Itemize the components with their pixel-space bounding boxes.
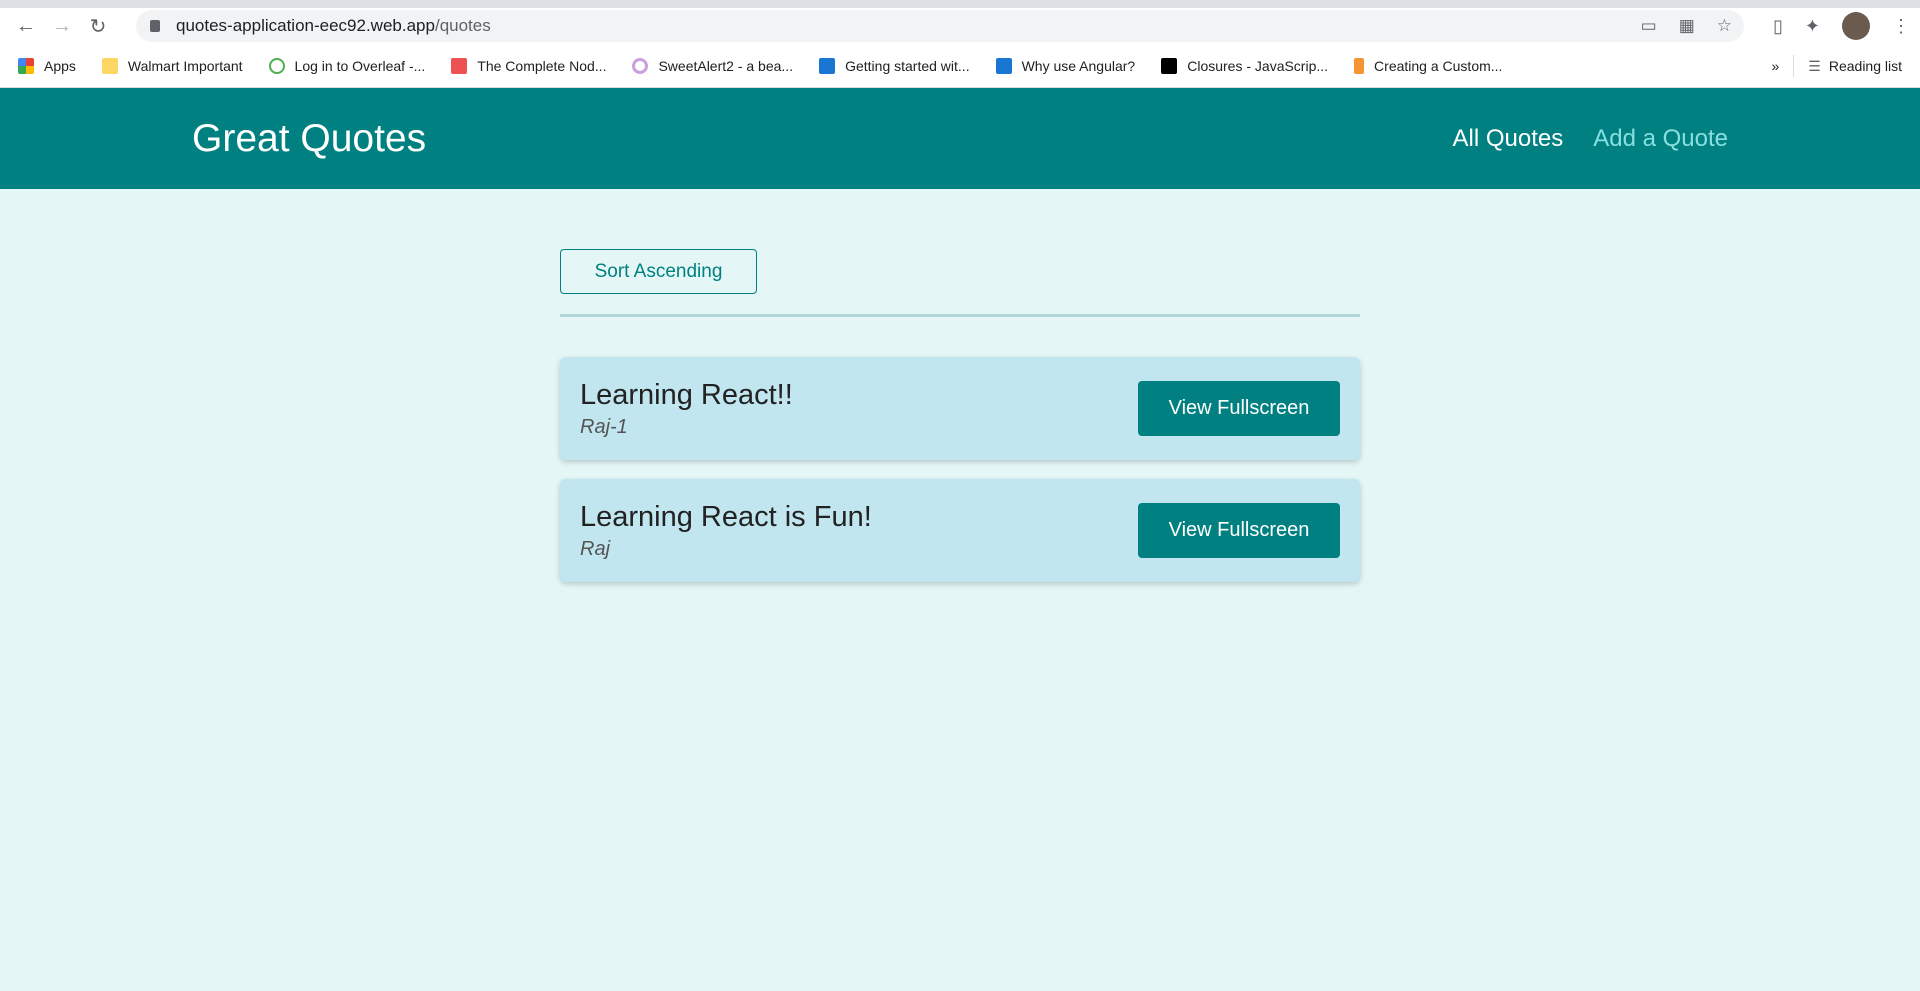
document-icon[interactable]: ▯ — [1773, 16, 1783, 37]
cast-icon[interactable]: ▭ — [1641, 16, 1657, 36]
more-bookmarks-button[interactable]: » — [1771, 58, 1779, 74]
qr-icon[interactable]: ▦ — [1679, 16, 1695, 36]
nav-all-quotes[interactable]: All Quotes — [1453, 125, 1564, 153]
bookmark-label: Log in to Overleaf -... — [294, 57, 426, 74]
bookmark[interactable]: Getting started wit... — [819, 57, 970, 74]
quote-author: Raj — [580, 537, 611, 560]
view-fullscreen-button[interactable]: View Fullscreen — [1138, 503, 1340, 558]
app-title: Great Quotes — [192, 116, 427, 160]
lock-icon — [150, 20, 160, 32]
video-icon — [819, 57, 836, 74]
reading-list-button[interactable]: Reading list — [1829, 58, 1902, 74]
url-path: /quotes — [434, 16, 491, 35]
sweetalert-icon — [632, 57, 649, 74]
main-nav: All Quotes Add a Quote — [1453, 125, 1728, 153]
bookmark-label: Apps — [44, 57, 76, 74]
bookmark-apps[interactable]: Apps — [18, 57, 76, 74]
folder-icon — [101, 57, 118, 74]
bookmark-label: Walmart Important — [127, 57, 243, 74]
reading-list-icon: ☰ — [1808, 57, 1821, 74]
extensions-icon[interactable]: ✦ — [1805, 16, 1820, 37]
star-icon[interactable]: ☆ — [1717, 16, 1732, 36]
address-bar[interactable]: quotes-application-eec92.web.app/quotes … — [136, 10, 1744, 42]
app-header: Great Quotes All Quotes Add a Quote — [0, 88, 1920, 189]
reload-icon[interactable]: ↻ — [80, 14, 116, 39]
bookmark[interactable]: SweetAlert2 - a bea... — [632, 57, 794, 74]
avatar[interactable] — [1842, 12, 1870, 40]
bookmark-label: Creating a Custom... — [1374, 57, 1503, 74]
bookmark[interactable]: Walmart Important — [101, 57, 243, 74]
quote-text: Learning React is Fun! — [580, 500, 872, 533]
nav-add-quote[interactable]: Add a Quote — [1593, 125, 1728, 153]
bookmark[interactable]: Closures - JavaScrip... — [1161, 57, 1329, 74]
quote-content: Learning React is Fun! Raj — [580, 501, 872, 561]
quote-author: Raj-1 — [580, 415, 628, 438]
bookmark[interactable]: The Complete Nod... — [451, 57, 607, 74]
back-icon[interactable]: ← — [8, 15, 44, 38]
bookmark-label: Closures - JavaScrip... — [1187, 57, 1329, 74]
quote-list-section: Sort Ascending Learning React!! Raj-1 Vi… — [560, 249, 1360, 601]
overleaf-icon — [268, 57, 285, 74]
forward-icon[interactable]: → — [44, 15, 80, 38]
video-icon — [995, 57, 1012, 74]
bookmark-label: SweetAlert2 - a bea... — [658, 57, 794, 74]
apps-icon — [18, 57, 34, 74]
bookmark[interactable]: Creating a Custom... — [1354, 57, 1503, 74]
url-host: quotes-application-eec92.web.app — [176, 16, 435, 35]
bookmark-icon — [1354, 57, 1365, 74]
menu-icon[interactable]: ⋮ — [1892, 16, 1910, 37]
browser-toolbar: ← → ↻ quotes-application-eec92.web.app/q… — [0, 8, 1920, 44]
bookmark-label: Why use Angular? — [1021, 57, 1136, 74]
quote-item: Learning React is Fun! Raj View Fullscre… — [560, 479, 1360, 582]
bookmark-label: The Complete Nod... — [477, 57, 607, 74]
quote-item: Learning React!! Raj-1 View Fullscreen — [560, 357, 1360, 460]
udemy-icon — [451, 57, 468, 74]
divider — [1793, 55, 1795, 77]
bookmark-label: Getting started wit... — [845, 57, 970, 74]
divider — [560, 314, 1360, 317]
quote-text: Learning React!! — [580, 378, 793, 411]
bookmark[interactable]: Why use Angular? — [995, 57, 1136, 74]
bookmark[interactable]: Log in to Overleaf -... — [268, 57, 426, 74]
quote-content: Learning React!! Raj-1 — [580, 379, 793, 439]
closures-icon — [1161, 57, 1178, 74]
sort-button[interactable]: Sort Ascending — [560, 249, 757, 294]
quote-list: Learning React!! Raj-1 View Fullscreen L… — [560, 357, 1360, 582]
view-fullscreen-button[interactable]: View Fullscreen — [1138, 381, 1340, 436]
tab-strip — [0, 0, 1920, 8]
bookmarks-bar: Apps Walmart Important Log in to Overlea… — [0, 44, 1920, 88]
